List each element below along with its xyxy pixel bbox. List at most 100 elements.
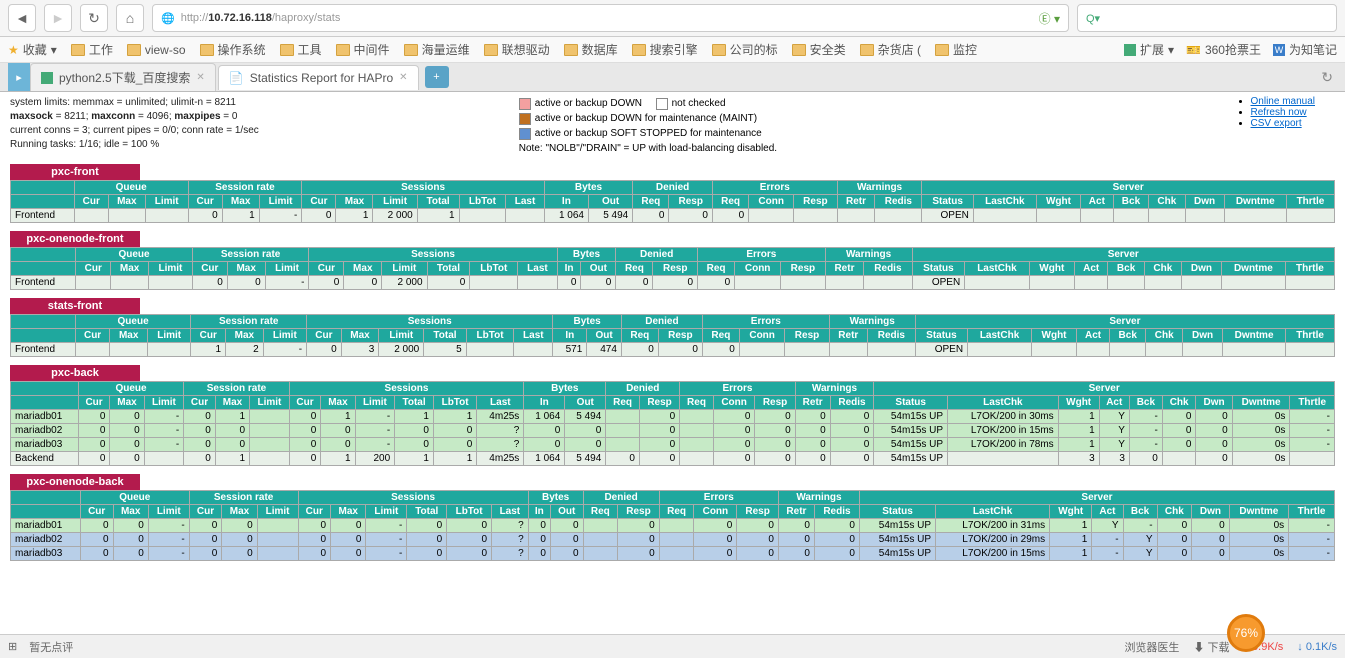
bookmark-item[interactable]: 数据库 [564,41,618,58]
cell: 0 [184,438,216,452]
bookmark-item[interactable]: 公司的标 [712,41,778,58]
zoom-badge[interactable]: 76% [1227,614,1265,652]
forward-button[interactable]: ► [44,4,72,32]
cell: 0 [755,452,795,466]
cell [1144,276,1181,290]
cell: 0 [289,452,321,466]
cell: 0 [113,519,148,533]
bookmark-item[interactable]: 操作系统 [200,41,266,58]
tab-history-button[interactable]: ▸ [8,63,30,91]
bookmark-item[interactable]: view-so [127,43,186,57]
col-group [11,491,81,505]
cell: 0 [618,519,660,533]
close-icon[interactable]: ✕ [196,72,204,83]
restore-tab-icon[interactable]: ↻ [1321,69,1333,86]
bookmark-item[interactable]: 搜索引擎 [632,41,698,58]
cell: 0 [795,424,830,438]
cell: 0 [1192,533,1229,547]
new-tab-button[interactable]: + [425,66,449,88]
stats-table: QueueSession rateSessionsBytesDeniedErro… [10,247,1335,290]
reload-button[interactable]: ↻ [80,4,108,32]
wiznote-button[interactable]: W为知笔记 [1273,41,1337,58]
legend-softstop-swatch [519,128,531,140]
cell [1036,209,1080,223]
col-header: Status [859,505,935,519]
col-header: Status [912,262,965,276]
col-header: Act [1099,396,1129,410]
col-header: Resp [653,262,698,276]
tab-haproxy-stats[interactable]: 📄 Statistics Report for HAPro ✕ [218,65,419,90]
section-pxc-front: pxc-frontQueueSession rateSessionsBytesD… [10,164,1335,223]
browser-doctor[interactable]: 浏览器医生 [1124,639,1179,655]
col-header: Max [341,329,379,343]
cell: 0 [298,547,331,561]
cell [1162,452,1196,466]
folder-icon [632,44,646,56]
refresh-now-link[interactable]: Refresh now [1251,107,1315,118]
cell: - [1129,410,1162,424]
col-header: In [553,329,587,343]
download-icon[interactable]: ⬇ 下载 [1193,639,1229,655]
bookmark-item[interactable]: 安全类 [792,41,846,58]
cell: 5 494 [565,410,606,424]
cell: 0 [1192,519,1229,533]
cell: 0 [713,452,755,466]
cell: 1 [215,452,249,466]
col-group: Warnings [825,248,912,262]
cell: 1 [215,410,249,424]
cell [1108,276,1144,290]
favorites-button[interactable]: ★收藏 ▾ [8,41,57,58]
col-header: Thrtle [1286,329,1335,343]
ticket-button[interactable]: 🎫360抢票王 [1186,41,1261,58]
bookmark-item[interactable]: 工作 [71,41,113,58]
cell: - [1289,519,1335,533]
table-row: Backend000101200114m25s1 0645 4940000005… [11,452,1335,466]
home-button[interactable]: ⌂ [116,4,144,32]
col-header: Cur [191,329,226,343]
cell: L7OK/200 in 78ms [948,438,1059,452]
cell [837,209,875,223]
cell: L7OK/200 in 15ms [936,547,1050,561]
bookmark-item[interactable]: 联想驱动 [484,41,550,58]
col-group [11,382,79,396]
cell: 0 [289,424,321,438]
col-header: In [544,195,588,209]
maxconn-label: maxconn [91,111,135,122]
col-header: Bck [1110,329,1146,343]
col-header: Bck [1123,505,1157,519]
col-header: Dwn [1183,329,1223,343]
csv-export-link[interactable]: CSV export [1251,118,1315,129]
bookmark-item[interactable]: 杂货店 ( [860,41,921,58]
cell: L7OK/200 in 31ms [936,519,1050,533]
bookmark-item[interactable]: 海量运维 [404,41,470,58]
search-box[interactable]: Q▾ [1077,4,1337,32]
col-group: Errors [712,181,837,195]
col-header: Cur [78,396,110,410]
col-header: Conn [713,396,755,410]
bookmark-item[interactable]: 中间件 [336,41,390,58]
cell: - [144,410,184,424]
url-dropdown-icon[interactable]: Ⓔ ▾ [1039,10,1060,27]
url-bar[interactable]: 🌐 http:// 10.72.16.118 /haproxy/stats Ⓔ … [152,4,1069,32]
back-button[interactable]: ◄ [8,4,36,32]
col-header: Cur [75,329,110,343]
col-group: Denied [583,491,659,505]
col-header: Redis [867,329,915,343]
close-icon[interactable]: ✕ [399,72,407,83]
table-row: mariadb0300-0000-00?000000054m15s UPL7OK… [11,547,1335,561]
cell: 0 [78,424,110,438]
online-manual-link[interactable]: Online manual [1251,96,1315,107]
cell: 1 [1050,519,1092,533]
col-header: Conn [749,195,794,209]
bookmark-item[interactable]: 工具 [280,41,322,58]
legend: active or backup DOWN not checked active… [519,96,777,156]
cell: 0 [694,519,737,533]
cell: 54m15s UP [874,452,948,466]
col-header: Limit [257,505,298,519]
extensions-button[interactable]: 扩展 ▾ [1124,41,1174,58]
cell [257,519,298,533]
tab-python[interactable]: python2.5下载_百度搜索 ✕ [30,63,216,91]
cell: 0 [331,533,366,547]
bookmark-item[interactable]: 监控 [935,41,977,58]
col-header: Max [110,396,144,410]
